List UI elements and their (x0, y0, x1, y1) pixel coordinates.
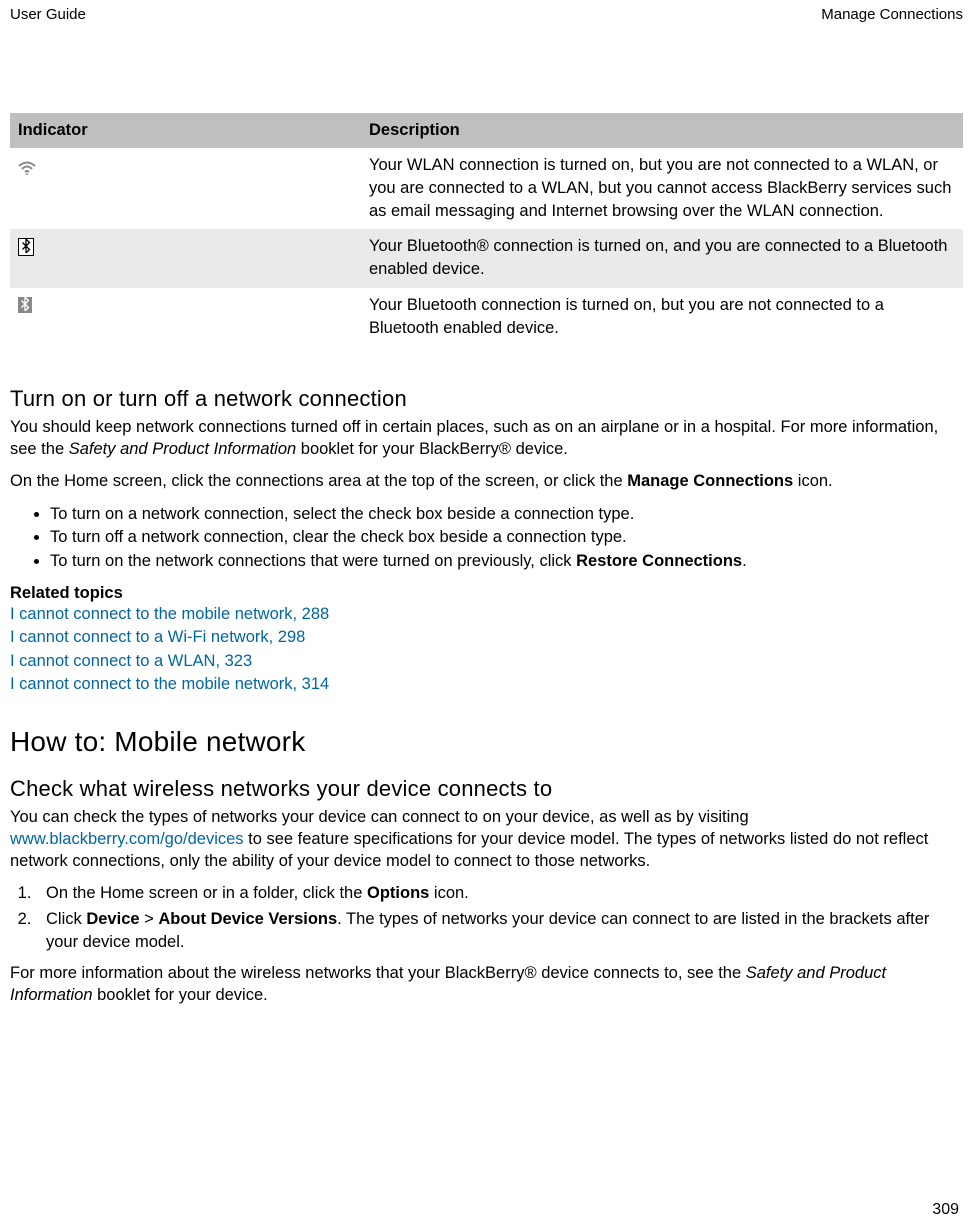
table-cell-desc: Your Bluetooth® connection is turned on,… (361, 229, 963, 287)
related-topics-heading: Related topics (10, 584, 963, 603)
text-italic: Safety and Product Information (69, 440, 296, 458)
text: booklet for your device. (93, 986, 268, 1004)
section2-steps: On the Home screen or in a folder, click… (10, 882, 963, 953)
list-item: Click Device > About Device Versions. Th… (36, 908, 963, 954)
table-row: Your Bluetooth connection is turned on, … (10, 288, 963, 346)
table-row: Your Bluetooth® connection is turned on,… (10, 229, 963, 287)
wifi-dim-icon (18, 159, 36, 173)
text: . (742, 552, 747, 570)
section-heading-turn-on-off: Turn on or turn off a network connection (10, 386, 963, 412)
list-item: To turn off a network connection, clear … (50, 526, 963, 550)
text: > (140, 910, 159, 928)
text: To turn on the network connections that … (50, 552, 576, 570)
related-link[interactable]: I cannot connect to a Wi-Fi network, 298 (10, 626, 963, 649)
page-number: 309 (932, 1201, 959, 1219)
bluetooth-connected-icon (18, 238, 34, 256)
related-link[interactable]: I cannot connect to a WLAN, 323 (10, 650, 963, 673)
related-topics-list: I cannot connect to the mobile network, … (10, 603, 963, 695)
text: On the Home screen, click the connection… (10, 472, 627, 490)
text: booklet for your BlackBerry® device. (296, 440, 568, 458)
section2-para2: For more information about the wireless … (10, 962, 963, 1007)
table-header-description: Description (361, 113, 963, 148)
section-heading-check-networks: Check what wireless networks your device… (10, 776, 963, 802)
heading-how-to-mobile-network: How to: Mobile network (10, 726, 963, 758)
page-header: User Guide Manage Connections (10, 6, 963, 23)
table-row: Your WLAN connection is turned on, but y… (10, 148, 963, 229)
table-header-indicator: Indicator (10, 113, 361, 148)
text-bold: Options (367, 884, 429, 902)
related-link[interactable]: I cannot connect to the mobile network, … (10, 673, 963, 696)
bluetooth-on-icon (18, 297, 32, 313)
text: Click (46, 910, 86, 928)
external-link[interactable]: www.blackberry.com/go/devices (10, 830, 244, 848)
header-left: User Guide (10, 6, 86, 23)
text: icon. (429, 884, 468, 902)
section2-para1: You can check the types of networks your… (10, 806, 963, 873)
text: You can check the types of networks your… (10, 808, 749, 826)
list-item: On the Home screen or in a folder, click… (36, 882, 963, 905)
header-right: Manage Connections (821, 6, 963, 23)
section1-bullets: To turn on a network connection, select … (10, 503, 963, 575)
table-cell-desc: Your Bluetooth connection is turned on, … (361, 288, 963, 346)
list-item: To turn on the network connections that … (50, 550, 963, 574)
text: For more information about the wireless … (10, 964, 746, 982)
text: On the Home screen or in a folder, click… (46, 884, 367, 902)
text: icon. (793, 472, 832, 490)
list-item: To turn on a network connection, select … (50, 503, 963, 527)
text-bold: Device (86, 910, 139, 928)
table-cell-desc: Your WLAN connection is turned on, but y… (361, 148, 963, 229)
section1-para2: On the Home screen, click the connection… (10, 470, 963, 492)
section1-para1: You should keep network connections turn… (10, 416, 963, 461)
indicator-table: Indicator Description Your WLAN co (10, 113, 963, 346)
text-bold: Restore Connections (576, 552, 742, 570)
related-link[interactable]: I cannot connect to the mobile network, … (10, 603, 963, 626)
text-bold: About Device Versions (158, 910, 337, 928)
text-bold: Manage Connections (627, 472, 793, 490)
